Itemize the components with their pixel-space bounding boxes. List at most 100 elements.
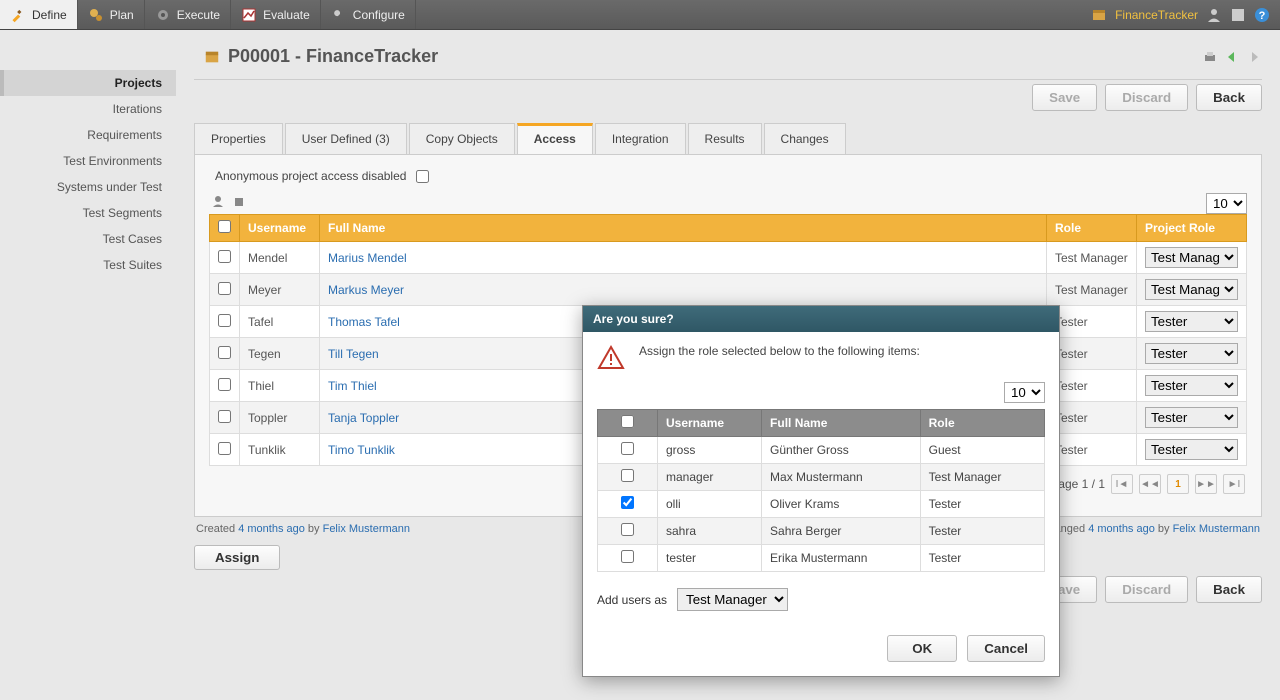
col-fullname[interactable]: Full Name: [320, 215, 1047, 242]
nav-back-icon[interactable]: [1224, 49, 1240, 65]
chart-icon: [241, 7, 257, 23]
nav-forward-icon[interactable]: [1246, 49, 1262, 65]
dialog-cell-username: manager: [658, 464, 762, 491]
topbar-tab-plan[interactable]: Plan: [78, 0, 145, 29]
topbar-tab-define[interactable]: Define: [0, 0, 78, 29]
cell-fullname-link[interactable]: Markus Meyer: [328, 283, 404, 297]
pencil-icon: [10, 7, 26, 23]
dialog-col-fullname: Full Name: [762, 410, 921, 437]
sidebar-item-iterations[interactable]: Iterations: [0, 96, 176, 122]
project-role-select[interactable]: Test Manager: [1145, 279, 1238, 300]
project-role-select[interactable]: Tester: [1145, 343, 1238, 364]
project-role-select[interactable]: Tester: [1145, 407, 1238, 428]
row-checkbox[interactable]: [218, 442, 231, 455]
select-all-checkbox[interactable]: [218, 220, 231, 233]
tab-integration[interactable]: Integration: [595, 123, 686, 154]
cell-role: Tester: [1047, 402, 1137, 434]
add-user-icon[interactable]: [211, 193, 227, 209]
meta-created-time[interactable]: 4 months ago: [238, 523, 305, 535]
box-icon: [204, 49, 220, 65]
pager-last[interactable]: ►I: [1223, 474, 1245, 494]
sidebar-item-test-segments[interactable]: Test Segments: [0, 200, 176, 226]
sidebar-item-test-environments[interactable]: Test Environments: [0, 148, 176, 174]
row-checkbox[interactable]: [218, 410, 231, 423]
dialog-add-role-select[interactable]: Test Manager: [677, 588, 788, 611]
topbar-tab-evaluate[interactable]: Evaluate: [231, 0, 321, 29]
settings-icon[interactable]: [1230, 7, 1246, 23]
cell-fullname-link[interactable]: Till Tegen: [328, 347, 379, 361]
sidebar-item-requirements[interactable]: Requirements: [0, 122, 176, 148]
topbar-tab-configure[interactable]: Configure: [321, 0, 416, 29]
dialog-table-row: managerMax MustermannTest Manager: [598, 464, 1045, 491]
cog-icon: [155, 7, 171, 23]
cell-fullname-link[interactable]: Timo Tunklik: [328, 443, 395, 457]
project-role-select[interactable]: Tester: [1145, 311, 1238, 332]
remove-user-icon[interactable]: [231, 193, 247, 209]
print-icon[interactable]: [1202, 49, 1218, 65]
dialog-cell-username: gross: [658, 437, 762, 464]
dialog-table-row: grossGünther GrossGuest: [598, 437, 1045, 464]
tab-user-defined[interactable]: User Defined (3): [285, 123, 407, 154]
sidebar-item-systems-under-test[interactable]: Systems under Test: [0, 174, 176, 200]
sidebar-item-test-cases[interactable]: Test Cases: [0, 226, 176, 252]
project-role-select[interactable]: Test Manager: [1145, 247, 1238, 268]
pager-current[interactable]: 1: [1167, 474, 1189, 494]
table-row: MendelMarius MendelTest ManagerTest Mana…: [210, 242, 1247, 274]
tab-copy-objects[interactable]: Copy Objects: [409, 123, 515, 154]
dialog-row-checkbox[interactable]: [621, 523, 634, 536]
user-icon[interactable]: [1206, 7, 1222, 23]
meta-changed-time[interactable]: 4 months ago: [1088, 523, 1155, 535]
confirm-dialog: Are you sure? Assign the role selected b…: [582, 305, 1060, 677]
cell-fullname-link[interactable]: Tim Thiel: [328, 379, 377, 393]
sidebar-item-projects[interactable]: Projects: [0, 70, 176, 96]
row-checkbox[interactable]: [218, 250, 231, 263]
pager-next[interactable]: ►►: [1195, 474, 1217, 494]
col-username[interactable]: Username: [240, 215, 320, 242]
cell-fullname-link[interactable]: Thomas Tafel: [328, 315, 400, 329]
meta-created-by[interactable]: Felix Mustermann: [323, 523, 410, 535]
dialog-cell-username: sahra: [658, 518, 762, 545]
tab-changes[interactable]: Changes: [764, 123, 846, 154]
save-button[interactable]: Save: [1032, 84, 1097, 111]
anon-access-checkbox[interactable]: [416, 170, 429, 183]
dialog-cell-role: Guest: [920, 437, 1044, 464]
discard-button-bottom[interactable]: Discard: [1105, 576, 1188, 603]
dialog-select-all[interactable]: [621, 415, 634, 428]
dialog-row-checkbox[interactable]: [621, 550, 634, 563]
cell-fullname-link[interactable]: Tanja Toppler: [328, 411, 399, 425]
row-checkbox[interactable]: [218, 282, 231, 295]
col-role[interactable]: Role: [1047, 215, 1137, 242]
action-row-top: Save Discard Back: [194, 79, 1262, 123]
project-role-select[interactable]: Tester: [1145, 375, 1238, 396]
row-checkbox[interactable]: [218, 314, 231, 327]
row-checkbox[interactable]: [218, 378, 231, 391]
dialog-row-checkbox[interactable]: [621, 496, 634, 509]
dialog-row-checkbox[interactable]: [621, 469, 634, 482]
pager-prev[interactable]: ◄◄: [1139, 474, 1161, 494]
dialog-cancel-button[interactable]: Cancel: [967, 635, 1045, 662]
dialog-ok-button[interactable]: OK: [887, 635, 957, 662]
row-checkbox[interactable]: [218, 346, 231, 359]
discard-button[interactable]: Discard: [1105, 84, 1188, 111]
meta-changed-by[interactable]: Felix Mustermann: [1173, 523, 1260, 535]
tab-properties[interactable]: Properties: [194, 123, 283, 154]
cell-fullname-link[interactable]: Marius Mendel: [328, 251, 407, 265]
col-project-role[interactable]: Project Role: [1137, 215, 1247, 242]
dialog-table-row: olliOliver KramsTester: [598, 491, 1045, 518]
pager-first[interactable]: I◄: [1111, 474, 1133, 494]
project-role-select[interactable]: Tester: [1145, 439, 1238, 460]
page-size-select[interactable]: 10: [1206, 193, 1247, 214]
sidebar-item-test-suites[interactable]: Test Suites: [0, 252, 176, 278]
assign-button[interactable]: Assign: [194, 545, 280, 570]
tab-results[interactable]: Results: [688, 123, 762, 154]
dialog-cell-role: Tester: [920, 545, 1044, 572]
content: P00001 - FinanceTracker Save Discard Bac…: [176, 30, 1280, 700]
back-button-bottom[interactable]: Back: [1196, 576, 1262, 603]
dialog-row-checkbox[interactable]: [621, 442, 634, 455]
dialog-page-size-select[interactable]: 10: [1004, 382, 1045, 403]
tab-access[interactable]: Access: [517, 123, 593, 154]
help-icon[interactable]: ?: [1254, 7, 1270, 23]
cell-username: Tunklik: [240, 434, 320, 466]
back-button[interactable]: Back: [1196, 84, 1262, 111]
topbar-tab-execute[interactable]: Execute: [145, 0, 231, 29]
